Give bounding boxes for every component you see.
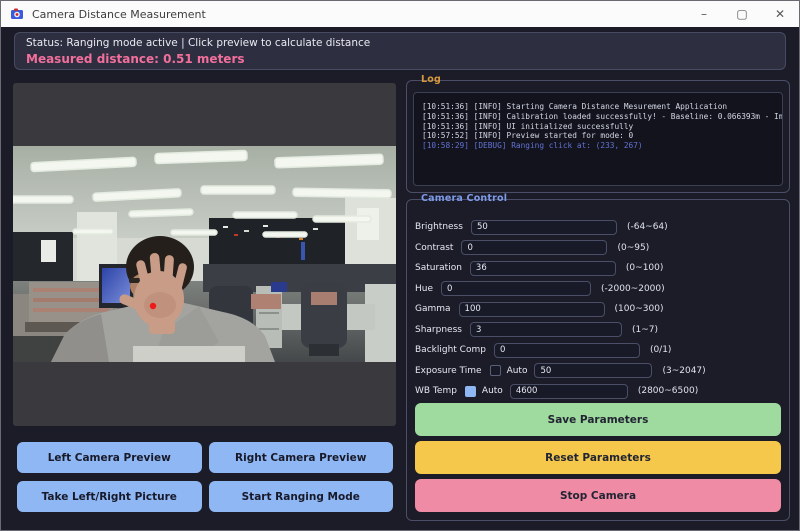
- left-camera-preview-button[interactable]: Left Camera Preview: [17, 442, 202, 473]
- backlight-comp-range: (0/1): [650, 345, 672, 355]
- ranging-marker: [150, 303, 156, 309]
- minimize-button[interactable]: –: [685, 1, 723, 27]
- reset-parameters-button[interactable]: Reset Parameters: [415, 441, 781, 474]
- wb-auto-checkbox[interactable]: [465, 386, 476, 397]
- save-parameters-button[interactable]: Save Parameters: [415, 403, 781, 436]
- sharpness-input[interactable]: [470, 322, 622, 337]
- contrast-row: Contrast (0~95): [415, 238, 781, 259]
- window-title: Camera Distance Measurement: [32, 8, 206, 21]
- status-panel: Status: Ranging mode active | Click prev…: [14, 32, 786, 70]
- gamma-label: Gamma: [415, 304, 451, 314]
- sharpness-range: (1~7): [632, 325, 658, 335]
- maximize-button[interactable]: ▢: [723, 1, 761, 27]
- log-groupbox: Log [10:51:36] [INFO] Starting Camera Di…: [406, 80, 790, 193]
- app-icon: [10, 7, 24, 21]
- titlebar: Camera Distance Measurement – ▢ ✕: [1, 1, 799, 27]
- camera-control-groupbox: Camera Control Brightness (-64~64) Contr…: [406, 199, 790, 521]
- contrast-label: Contrast: [415, 243, 453, 253]
- measured-distance-text: Measured distance: 0.51 meters: [26, 51, 785, 67]
- hue-label: Hue: [415, 284, 433, 294]
- saturation-range: (0~100): [626, 263, 663, 273]
- log-title: Log: [421, 74, 441, 85]
- wb-temp-label: WB Temp: [415, 386, 457, 396]
- start-ranging-mode-button[interactable]: Start Ranging Mode: [209, 481, 394, 512]
- saturation-input[interactable]: [470, 261, 616, 276]
- wb-temp-range: (2800~6500): [638, 386, 698, 396]
- log-entry: [10:51:36] [INFO] Starting Camera Distan…: [422, 102, 782, 112]
- brightness-input[interactable]: [471, 220, 617, 235]
- take-picture-button[interactable]: Take Left/Right Picture: [17, 481, 202, 512]
- backlight-comp-row: Backlight Comp (0/1): [415, 340, 781, 361]
- right-camera-preview-button[interactable]: Right Camera Preview: [209, 442, 394, 473]
- parameter-buttons: Save Parameters Reset Parameters Stop Ca…: [415, 403, 781, 512]
- content-area: Status: Ranging mode active | Click prev…: [1, 27, 799, 530]
- log-output[interactable]: [10:51:36] [INFO] Starting Camera Distan…: [413, 92, 783, 186]
- camera-preview-image[interactable]: [13, 146, 396, 362]
- gamma-row: Gamma (100~300): [415, 299, 781, 320]
- log-entry: [10:57:52] [INFO] Preview started for mo…: [422, 131, 782, 141]
- backlight-comp-input[interactable]: [494, 343, 640, 358]
- brightness-label: Brightness: [415, 222, 463, 232]
- camera-control-title: Camera Control: [421, 193, 507, 204]
- sharpness-label: Sharpness: [415, 325, 462, 335]
- camera-control-rows: Brightness (-64~64) Contrast (0~95) Satu…: [415, 217, 781, 402]
- exposure-time-input[interactable]: [534, 363, 652, 378]
- wb-temp-input[interactable]: [510, 384, 628, 399]
- brightness-row: Brightness (-64~64): [415, 217, 781, 238]
- status-text: Status: Ranging mode active | Click prev…: [26, 36, 785, 51]
- contrast-range: (0~95): [617, 243, 649, 253]
- close-button[interactable]: ✕: [761, 1, 799, 27]
- exposure-time-label: Exposure Time: [415, 366, 482, 376]
- exposure-auto-checkbox[interactable]: [490, 365, 501, 376]
- hue-input[interactable]: [441, 281, 591, 296]
- wb-temp-row: WB Temp Auto (2800~6500): [415, 381, 781, 402]
- hue-range: (-2000~2000): [601, 284, 665, 294]
- contrast-input[interactable]: [461, 240, 607, 255]
- exposure-time-row: Exposure Time Auto (3~2047): [415, 361, 781, 382]
- preview-buttons: Left Camera Preview Right Camera Preview…: [17, 442, 393, 512]
- backlight-comp-label: Backlight Comp: [415, 345, 486, 355]
- exposure-time-range: (3~2047): [662, 366, 705, 376]
- wb-auto-label: Auto: [482, 386, 503, 396]
- gamma-range: (100~300): [615, 304, 664, 314]
- log-entry: [10:51:36] [INFO] UI initialized success…: [422, 122, 782, 132]
- app-window: Camera Distance Measurement – ▢ ✕ Status…: [0, 0, 800, 531]
- hue-row: Hue (-2000~2000): [415, 279, 781, 300]
- gamma-input[interactable]: [459, 302, 605, 317]
- window-controls: – ▢ ✕: [685, 1, 799, 27]
- sharpness-row: Sharpness (1~7): [415, 320, 781, 341]
- saturation-row: Saturation (0~100): [415, 258, 781, 279]
- brightness-range: (-64~64): [627, 222, 668, 232]
- camera-preview[interactable]: [13, 83, 396, 426]
- saturation-label: Saturation: [415, 263, 462, 273]
- exposure-auto-label: Auto: [507, 366, 528, 376]
- stop-camera-button[interactable]: Stop Camera: [415, 479, 781, 512]
- log-entry: [10:58:29] [DEBUG] Ranging click at: (23…: [422, 141, 782, 151]
- log-entry: [10:51:36] [INFO] Calibration loaded suc…: [422, 112, 782, 122]
